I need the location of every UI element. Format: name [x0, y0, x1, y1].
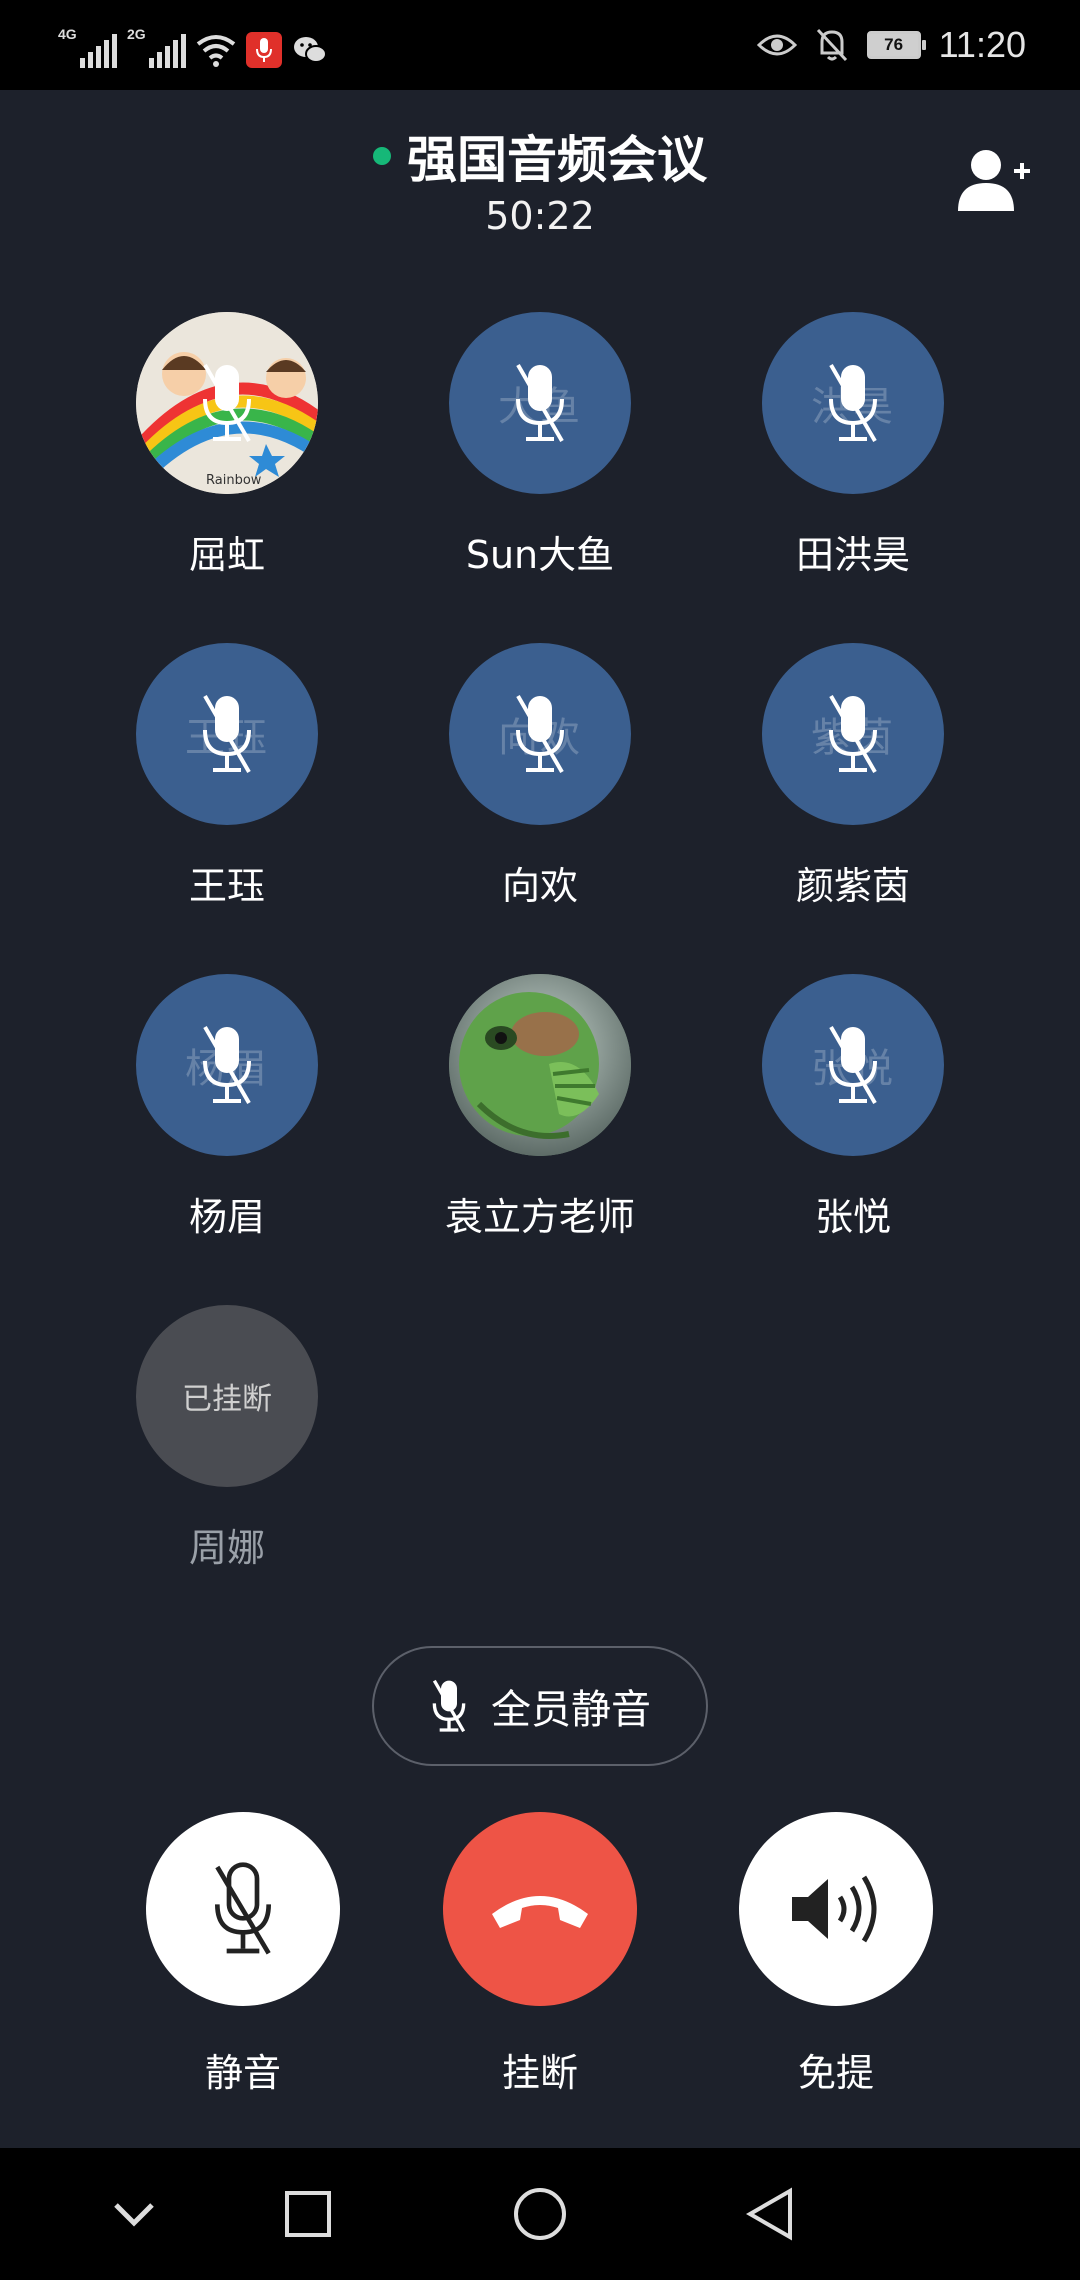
- member-name: 袁立方老师: [444, 1195, 635, 1239]
- speaker-button[interactable]: [739, 1812, 933, 2006]
- member-name: 王珏: [188, 864, 265, 908]
- avatar[interactable]: [449, 974, 631, 1156]
- call-header: 强国音频会议 50:22: [0, 120, 1080, 238]
- member-name: 颜紫茵: [795, 864, 910, 908]
- svg-text:Rainbow: Rainbow: [206, 473, 262, 488]
- member-item[interactable]: 杨眉 杨眉: [97, 974, 357, 1241]
- system-nav-bar: [0, 2148, 1080, 2280]
- avatar[interactable]: 大鱼: [449, 312, 631, 494]
- avatar[interactable]: 已挂断: [136, 1305, 318, 1487]
- member-item[interactable]: 紫茵 颜紫茵: [723, 643, 983, 910]
- status-bar-left: 4G 2G: [58, 22, 328, 68]
- mic-off-icon: [215, 1862, 271, 1955]
- muted-mic-icon: [432, 1679, 466, 1733]
- avatar[interactable]: 张悦: [762, 974, 944, 1156]
- hangup-label: 挂断: [501, 2051, 578, 2095]
- gecko-avatar-image: [449, 974, 631, 1156]
- member-item[interactable]: 王珏 王珏: [97, 643, 357, 910]
- eye-icon: [756, 34, 797, 56]
- hung-up-status: 已挂断: [182, 1382, 272, 1417]
- add-user-icon[interactable]: [956, 145, 1032, 215]
- battery-level: 76: [884, 35, 904, 54]
- title-row: 强国音频会议: [0, 120, 1080, 192]
- member-item[interactable]: 大鱼 Sun大鱼: [410, 312, 670, 579]
- avatar[interactable]: 王珏: [136, 643, 318, 825]
- member-item[interactable]: 张悦 张悦: [723, 974, 983, 1241]
- meeting-title: 强国音频会议: [407, 131, 707, 189]
- status-time: 11:20: [938, 24, 1026, 65]
- member-name: 张悦: [814, 1195, 891, 1239]
- muted-mic-icon: [829, 1025, 877, 1105]
- signal-icon-2: 2G: [127, 26, 186, 68]
- network-type-2: 2G: [127, 26, 146, 42]
- member-item[interactable]: 袁立方老师: [410, 974, 670, 1241]
- muted-mic-icon: [829, 363, 877, 443]
- member-item[interactable]: Rainbow 屈虹: [97, 312, 357, 579]
- mute-all-button[interactable]: 全员静音: [372, 1646, 708, 1766]
- avatar[interactable]: Rainbow: [136, 312, 318, 494]
- member-name: 周娜: [188, 1526, 265, 1570]
- muted-mic-icon: [516, 363, 564, 443]
- signal-icon: 4G: [58, 26, 117, 68]
- member-name: Sun大鱼: [465, 533, 615, 577]
- member-name: 田洪昊: [795, 533, 910, 577]
- muted-mic-icon: [203, 694, 251, 774]
- avatar[interactable]: 杨眉: [136, 974, 318, 1156]
- muted-mic-icon: [203, 363, 251, 443]
- avatar[interactable]: 洪昊: [762, 312, 944, 494]
- chevron-down-icon[interactable]: [98, 2178, 170, 2250]
- member-item[interactable]: 向欢 向欢: [410, 643, 670, 910]
- member-name: 向欢: [501, 864, 578, 908]
- avatar[interactable]: 向欢: [449, 643, 631, 825]
- battery-icon: 76: [866, 31, 926, 59]
- mute-button[interactable]: [146, 1812, 340, 2006]
- phone-hangup-icon: [492, 1896, 588, 1928]
- muted-mic-icon: [829, 694, 877, 774]
- status-bar-right: 76 11:20: [756, 20, 1026, 70]
- mute-all-label: 全员静音: [491, 1687, 651, 1733]
- mute-control[interactable]: 静音: [143, 1812, 343, 2097]
- hangup-button[interactable]: [443, 1812, 637, 2006]
- back-icon[interactable]: [734, 2178, 806, 2250]
- speaker-control[interactable]: 免提: [736, 1812, 936, 2097]
- speaker-icon: [792, 1875, 877, 1943]
- member-item[interactable]: 洪昊 田洪昊: [723, 312, 983, 579]
- mute-label: 静音: [204, 2051, 281, 2095]
- wechat-icon: [292, 32, 328, 68]
- live-indicator-dot: [373, 147, 391, 165]
- call-timer: 50:22: [485, 194, 595, 238]
- wifi-icon: [196, 35, 236, 67]
- avatar[interactable]: 紫茵: [762, 643, 944, 825]
- home-icon[interactable]: [504, 2178, 576, 2250]
- bell-off-icon: [816, 28, 847, 62]
- recording-mic-icon: [246, 32, 282, 68]
- network-type-1: 4G: [58, 26, 77, 42]
- member-name: 屈虹: [188, 533, 265, 577]
- status-bar: 4G 2G 76 11:20: [0, 0, 1080, 90]
- muted-mic-icon: [516, 694, 564, 774]
- speaker-label: 免提: [797, 2051, 874, 2095]
- member-name: 杨眉: [188, 1195, 265, 1239]
- recent-apps-icon[interactable]: [272, 2178, 344, 2250]
- muted-mic-icon: [203, 1025, 251, 1105]
- hangup-control[interactable]: 挂断: [440, 1812, 640, 2097]
- member-item[interactable]: 已挂断 周娜: [97, 1305, 357, 1572]
